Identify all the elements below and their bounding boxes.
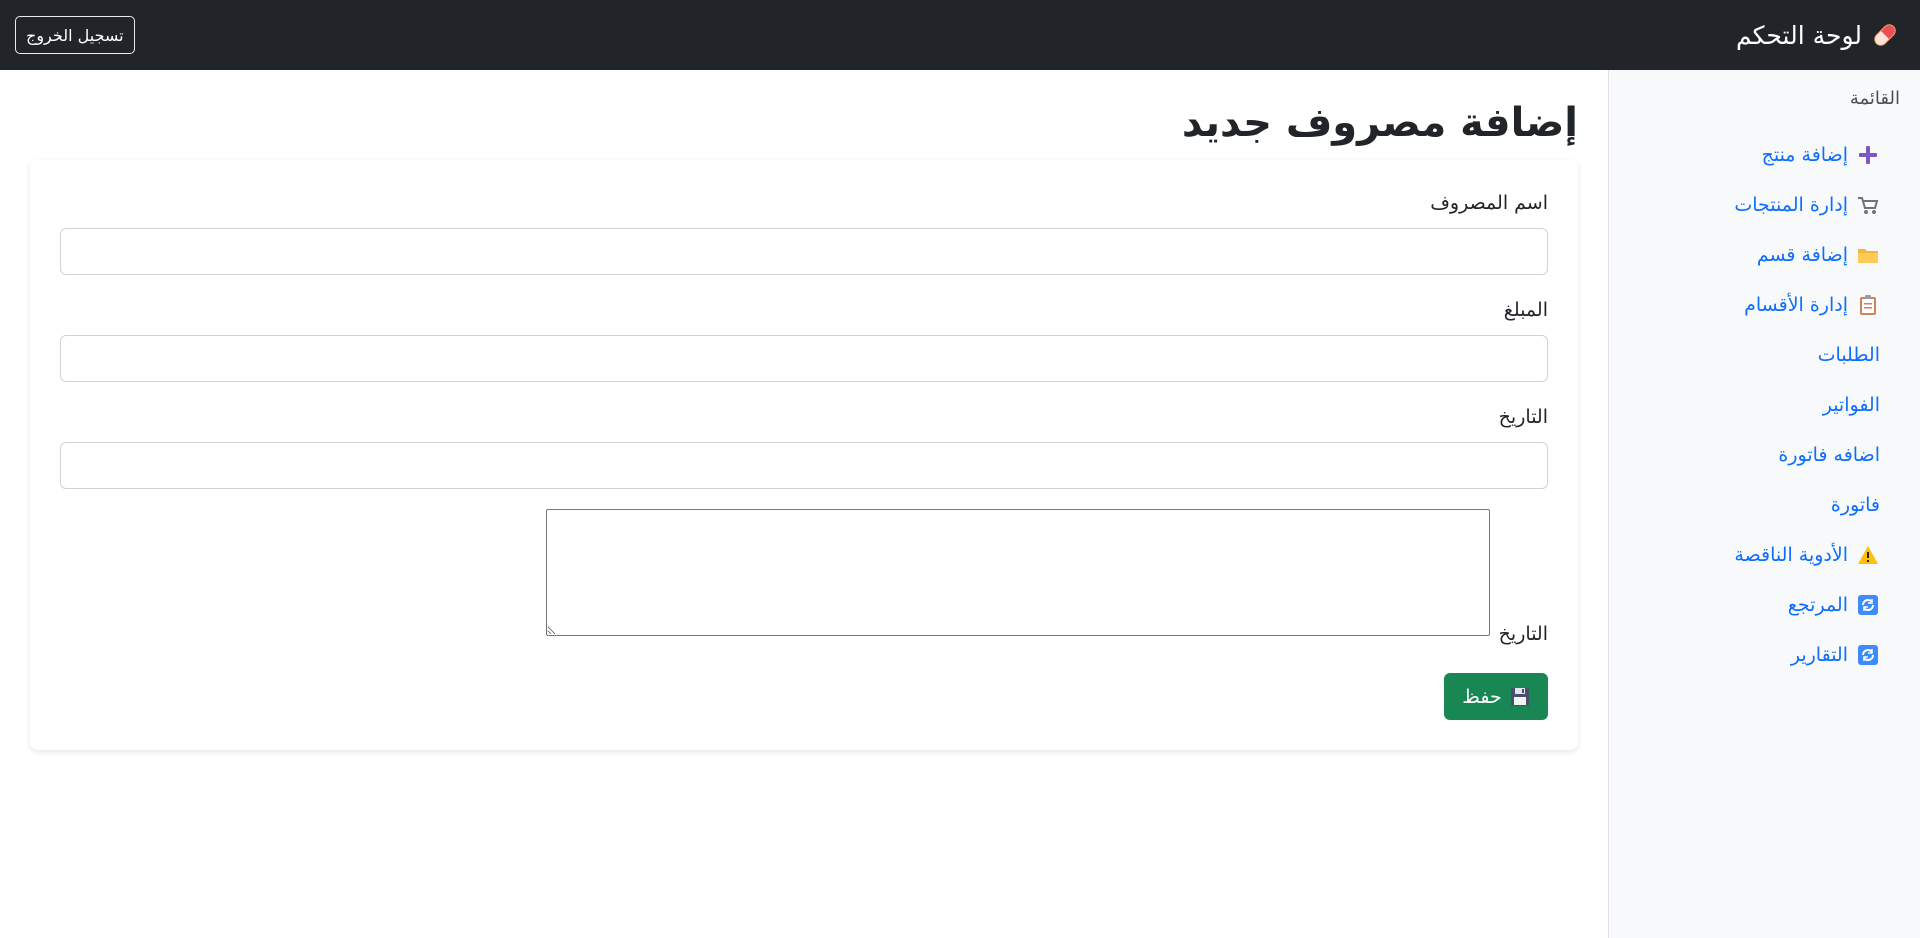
floppy-disk-icon	[1510, 687, 1530, 707]
refresh-icon	[1856, 643, 1880, 667]
sidebar-item-manage-categories[interactable]: إدارة الأقسام	[1734, 280, 1880, 330]
sidebar-item-add-product[interactable]: إضافة منتج	[1734, 130, 1880, 180]
logout-button[interactable]: تسجيل الخروج	[15, 16, 135, 54]
navbar-brand[interactable]: لوحة التحكم	[1736, 0, 1900, 70]
amount-label: المبلغ	[1503, 299, 1548, 321]
expense-name-input[interactable]	[60, 228, 1548, 275]
cart-icon	[1856, 193, 1880, 217]
sidebar-nav: إضافة منتج إدارة المنتجات إضافة قسم إدار…	[1734, 130, 1880, 680]
expense-form-card: اسم المصروف المبلغ التاريخ التاريخ حفظ	[30, 160, 1578, 750]
sidebar-item-label: المرتجع	[1787, 594, 1848, 616]
sidebar-item-manage-products[interactable]: إدارة المنتجات	[1734, 180, 1880, 230]
save-button-label: حفظ	[1462, 685, 1502, 708]
sidebar-item-label: التقارير	[1790, 644, 1848, 666]
sidebar-item-returns[interactable]: المرتجع	[1734, 580, 1880, 630]
save-button[interactable]: حفظ	[1444, 673, 1548, 720]
top-navbar: لوحة التحكم تسجيل الخروج	[0, 0, 1920, 70]
notes-label: التاريخ	[1498, 623, 1548, 645]
warning-icon	[1856, 543, 1880, 567]
date-input[interactable]	[60, 442, 1548, 489]
sidebar: القائمة إضافة منتج إدارة المنتجات إضافة …	[1608, 70, 1920, 938]
sidebar-heading: القائمة	[1849, 88, 1900, 109]
page-title: إضافة مصروف جديد	[1181, 100, 1578, 146]
sidebar-item-label: الطلبات	[1817, 344, 1880, 366]
notes-textarea[interactable]	[546, 509, 1490, 636]
expense-name-label: اسم المصروف	[1430, 192, 1548, 214]
sidebar-item-label: إضافة قسم	[1756, 244, 1848, 266]
pill-icon	[1870, 20, 1900, 50]
sidebar-item-label: إضافة منتج	[1761, 144, 1848, 166]
sidebar-item-label: اضافه فاتورة	[1778, 444, 1880, 466]
brand-title: لوحة التحكم	[1735, 20, 1862, 50]
main-content: إضافة مصروف جديد اسم المصروف المبلغ التا…	[0, 70, 1608, 938]
sidebar-item-invoice[interactable]: فاتورة	[1734, 480, 1880, 530]
sidebar-item-invoices[interactable]: الفواتير	[1734, 380, 1880, 430]
folder-icon	[1856, 243, 1880, 267]
refresh-icon	[1856, 593, 1880, 617]
date-label: التاريخ	[1498, 406, 1548, 428]
plus-icon	[1856, 143, 1880, 167]
sidebar-item-label: فاتورة	[1830, 494, 1880, 516]
sidebar-item-missing-medicines[interactable]: الأدوية الناقصة	[1734, 530, 1880, 580]
sidebar-item-add-invoice[interactable]: اضافه فاتورة	[1734, 430, 1880, 480]
sidebar-item-reports[interactable]: التقارير	[1734, 630, 1880, 680]
sidebar-item-label: الفواتير	[1822, 394, 1880, 416]
clipboard-icon	[1856, 293, 1880, 317]
amount-input[interactable]	[60, 335, 1548, 382]
sidebar-item-label: الأدوية الناقصة	[1734, 544, 1848, 566]
sidebar-item-add-category[interactable]: إضافة قسم	[1734, 230, 1880, 280]
sidebar-item-label: إدارة المنتجات	[1734, 194, 1848, 216]
sidebar-item-orders[interactable]: الطلبات	[1734, 330, 1880, 380]
sidebar-item-label: إدارة الأقسام	[1744, 294, 1848, 316]
